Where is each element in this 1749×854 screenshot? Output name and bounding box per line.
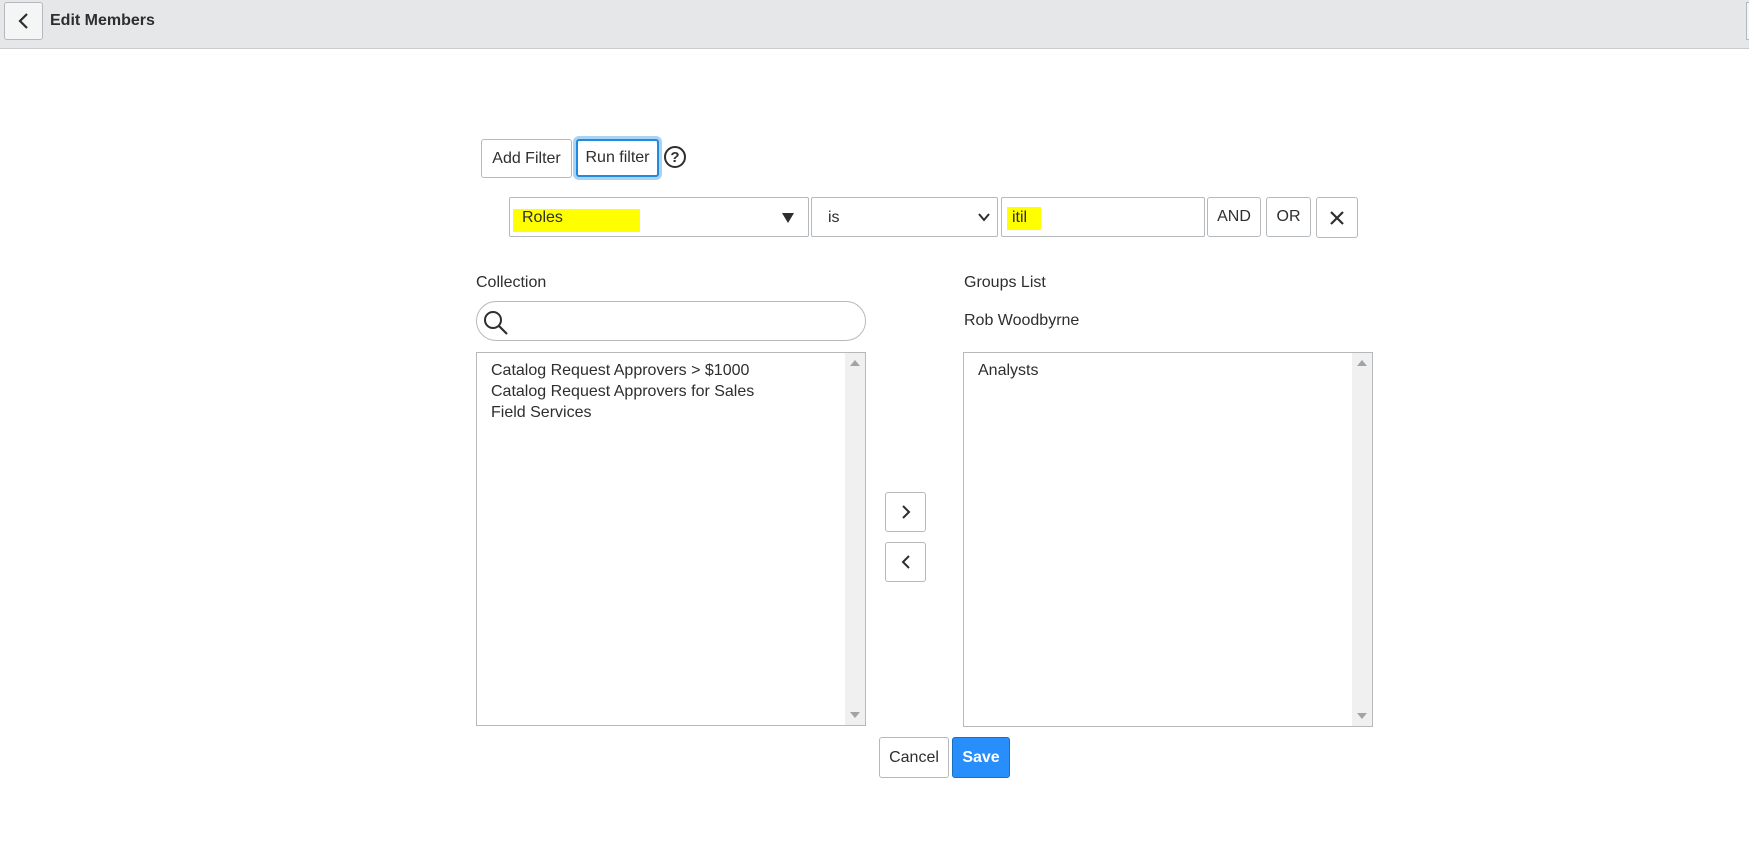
filter-value-text: itil: [1012, 209, 1028, 226]
cancel-button[interactable]: Cancel: [879, 737, 949, 778]
filter-field-select[interactable]: Roles: [509, 197, 809, 237]
run-filter-button[interactable]: Run filter: [576, 139, 659, 177]
chevron-down-icon: [978, 213, 990, 222]
add-filter-button[interactable]: Add Filter: [481, 139, 572, 178]
scroll-up-arrow-icon[interactable]: [850, 360, 860, 366]
groups-listbox[interactable]: Analysts: [963, 352, 1373, 727]
header-bar: Edit Members: [0, 0, 1749, 49]
groups-list-title: Groups List: [964, 274, 1046, 291]
chevron-right-icon: [901, 505, 910, 519]
remove-from-list-button[interactable]: [885, 542, 926, 582]
collection-search-input[interactable]: [476, 301, 866, 341]
groups-scrollbar[interactable]: [1352, 353, 1372, 726]
question-circle-icon[interactable]: ?: [664, 146, 686, 168]
help-glyph: ?: [670, 148, 680, 166]
list-item[interactable]: Analysts: [978, 362, 1038, 380]
scroll-up-arrow-icon[interactable]: [1357, 360, 1367, 366]
scroll-down-arrow-icon[interactable]: [850, 712, 860, 718]
chevron-left-icon: [901, 555, 910, 569]
back-button[interactable]: [4, 2, 43, 40]
collection-title: Collection: [476, 274, 547, 291]
list-item[interactable]: Catalog Request Approvers for Sales: [491, 383, 754, 401]
list-item[interactable]: Field Services: [491, 404, 591, 422]
save-button[interactable]: Save: [952, 737, 1010, 778]
caret-down-icon: [782, 213, 794, 223]
filter-field-value: Roles: [522, 209, 563, 226]
or-button[interactable]: OR: [1266, 197, 1311, 237]
remove-condition-button[interactable]: [1316, 197, 1358, 238]
filter-value-input[interactable]: itil: [1001, 197, 1205, 237]
chevron-left-icon: [17, 13, 28, 29]
page-title: Edit Members: [50, 12, 155, 29]
groups-list-subtitle: Rob Woodbyrne: [964, 312, 1080, 329]
scroll-down-arrow-icon[interactable]: [1357, 713, 1367, 719]
collection-scrollbar[interactable]: [845, 353, 865, 725]
filter-operator-select[interactable]: is: [811, 197, 998, 237]
search-icon: [484, 311, 508, 335]
list-item[interactable]: Catalog Request Approvers > $1000: [491, 362, 749, 380]
add-to-list-button[interactable]: [885, 492, 926, 532]
and-button[interactable]: AND: [1207, 197, 1261, 237]
close-icon: [1330, 210, 1344, 225]
collection-listbox[interactable]: Catalog Request Approvers > $1000 Catalo…: [476, 352, 866, 726]
filter-operator-value: is: [828, 209, 840, 226]
